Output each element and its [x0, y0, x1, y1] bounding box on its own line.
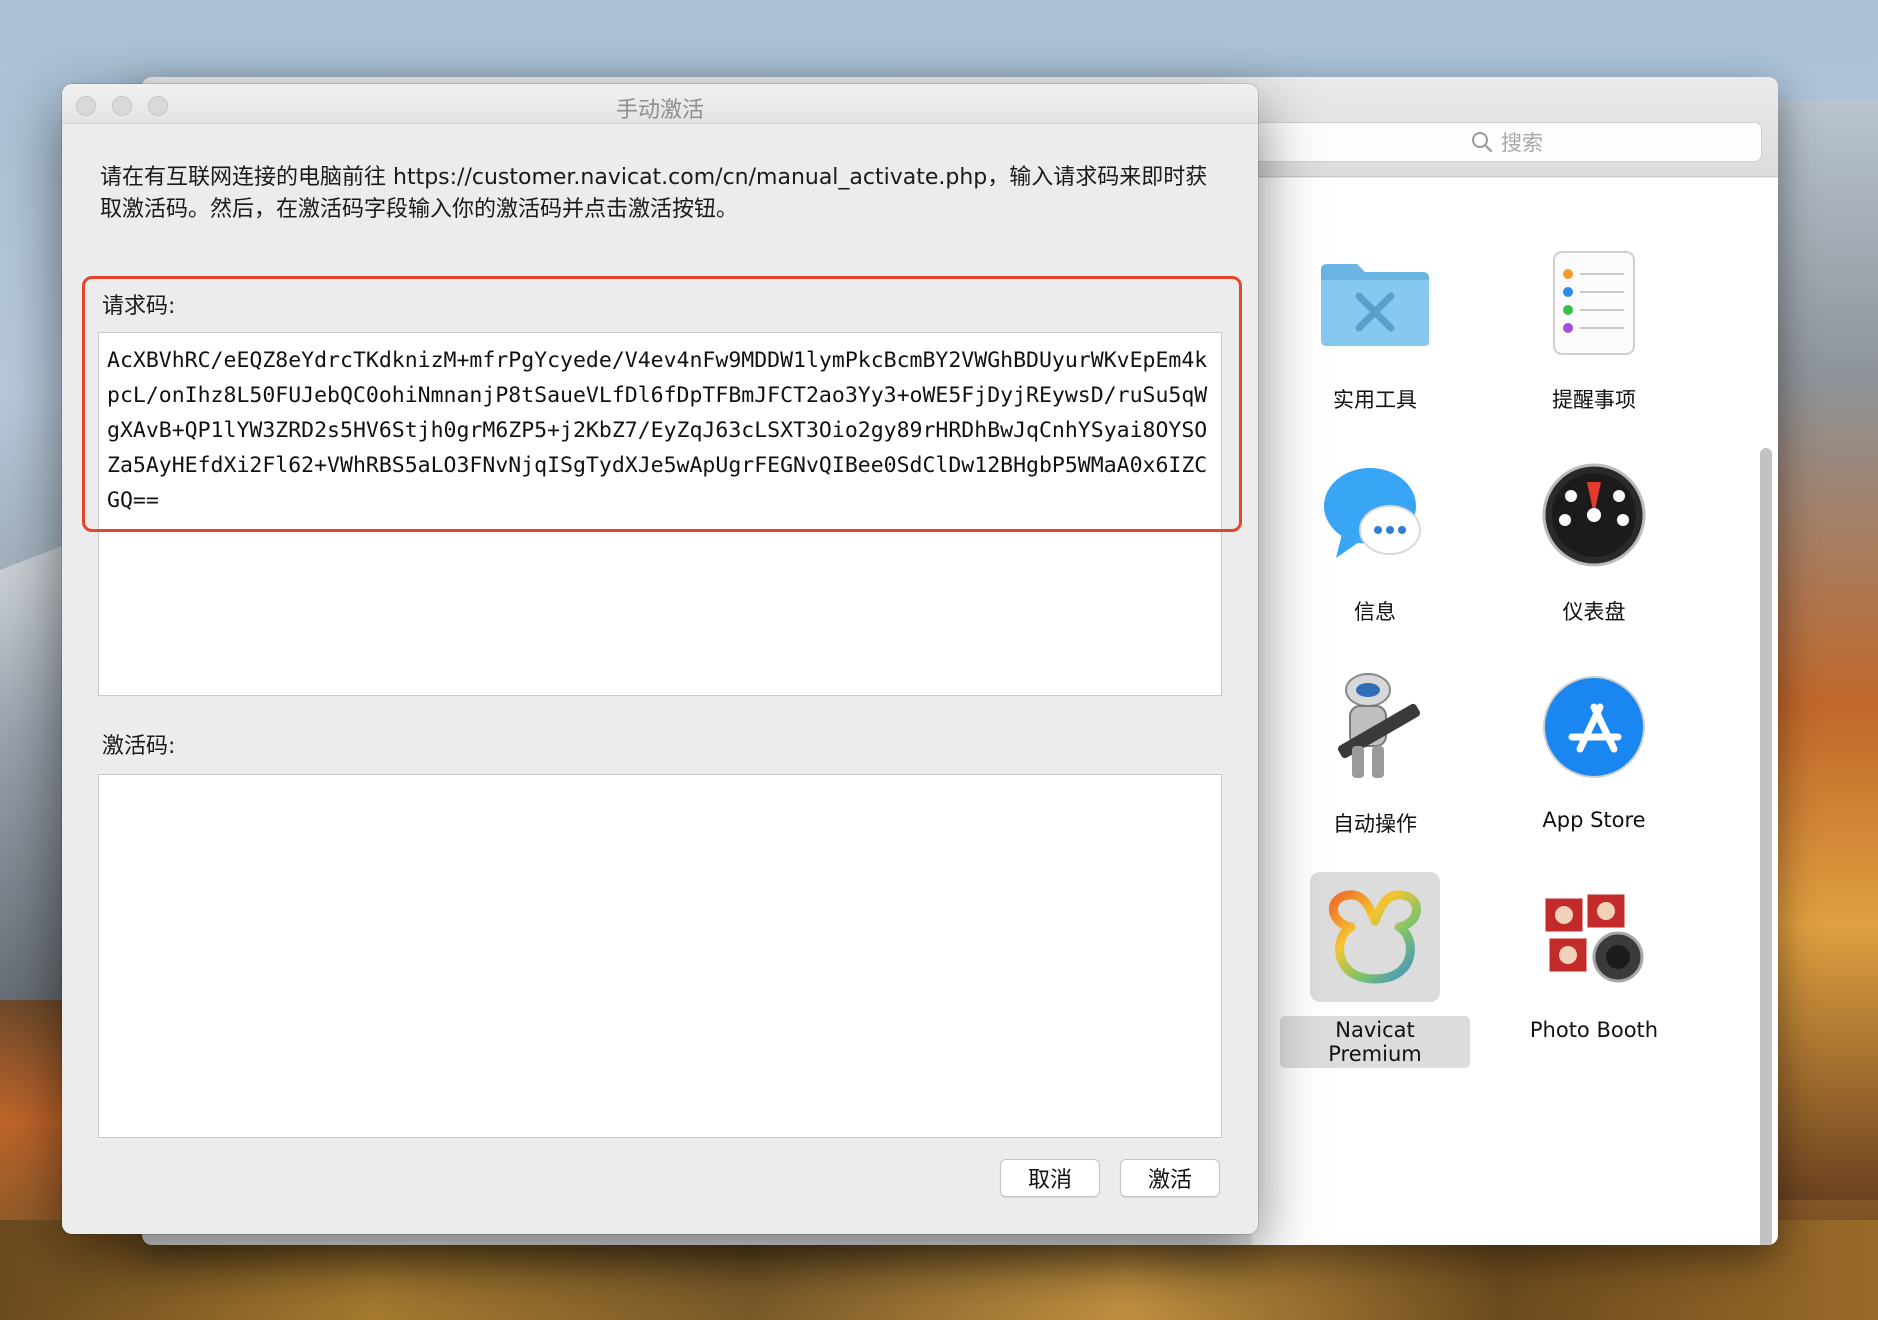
activation-code-field[interactable] [98, 774, 1222, 1138]
photo-booth-icon [1542, 891, 1644, 983]
activate-button[interactable]: 激活 [1120, 1159, 1220, 1197]
app-label: App Store [1542, 808, 1646, 832]
request-code-field[interactable]: AcXBVhRC/eEQZ8eYdrcTKdknizM+mfrPgYcyede/… [98, 332, 1222, 696]
app-grid: 实用工具 提醒事项 信息 仪表盘 自动操作 App Store Navicat … [1252, 178, 1778, 1245]
utilities-folder-icon [1321, 264, 1429, 346]
app-tile-photo-booth[interactable]: Photo Booth [1499, 872, 1689, 1044]
activation-code-label: 激活码: [102, 734, 176, 759]
reminders-icon [1553, 251, 1635, 355]
dashboard-icon [1542, 463, 1646, 567]
app-tile-messages[interactable]: 信息 [1280, 450, 1470, 628]
app-label: 提醒事项 [1552, 388, 1636, 412]
app-tile-reminders[interactable]: 提醒事项 [1499, 238, 1689, 416]
app-label: 信息 [1354, 600, 1396, 624]
automator-icon [1337, 673, 1421, 778]
app-label: Navicat Premium [1280, 1016, 1470, 1068]
messages-icon [1324, 468, 1421, 558]
search-icon [1472, 132, 1493, 153]
app-tile-navicat-premium[interactable]: Navicat Premium [1280, 872, 1470, 1068]
wallpaper-mountain-right [1768, 100, 1878, 1200]
app-label: Photo Booth [1529, 1018, 1659, 1042]
navicat-premium-icon [1329, 890, 1421, 984]
titlebar: 手动激活 [62, 84, 1258, 124]
app-label: 仪表盘 [1562, 600, 1626, 624]
app-tile-utilities[interactable]: 实用工具 [1280, 238, 1470, 416]
manual-activation-dialog: 手动激活 请在有互联网连接的电脑前往 https://customer.navi… [62, 84, 1258, 1234]
app-tile-automator[interactable]: 自动操作 [1280, 662, 1470, 840]
app-label: 实用工具 [1333, 388, 1417, 412]
app-tile-app-store[interactable]: App Store [1499, 662, 1689, 834]
scrollbar[interactable] [1760, 448, 1772, 1245]
app-label: 自动操作 [1333, 812, 1417, 836]
request-code-text: AcXBVhRC/eEQZ8eYdrcTKdknizM+mfrPgYcyede/… [107, 348, 1208, 513]
dialog-title: 手动激活 [615, 98, 704, 123]
app-store-icon [1543, 676, 1645, 778]
search-input[interactable]: 搜索 [1252, 122, 1762, 162]
cancel-button[interactable]: 取消 [1000, 1159, 1100, 1197]
search-placeholder: 搜索 [1501, 131, 1543, 155]
app-tile-dashboard[interactable]: 仪表盘 [1499, 450, 1689, 628]
request-code-label: 请求码: [102, 294, 176, 319]
instructions-text: 请在有互联网连接的电脑前往 https://customer.navicat.c… [100, 165, 1208, 222]
